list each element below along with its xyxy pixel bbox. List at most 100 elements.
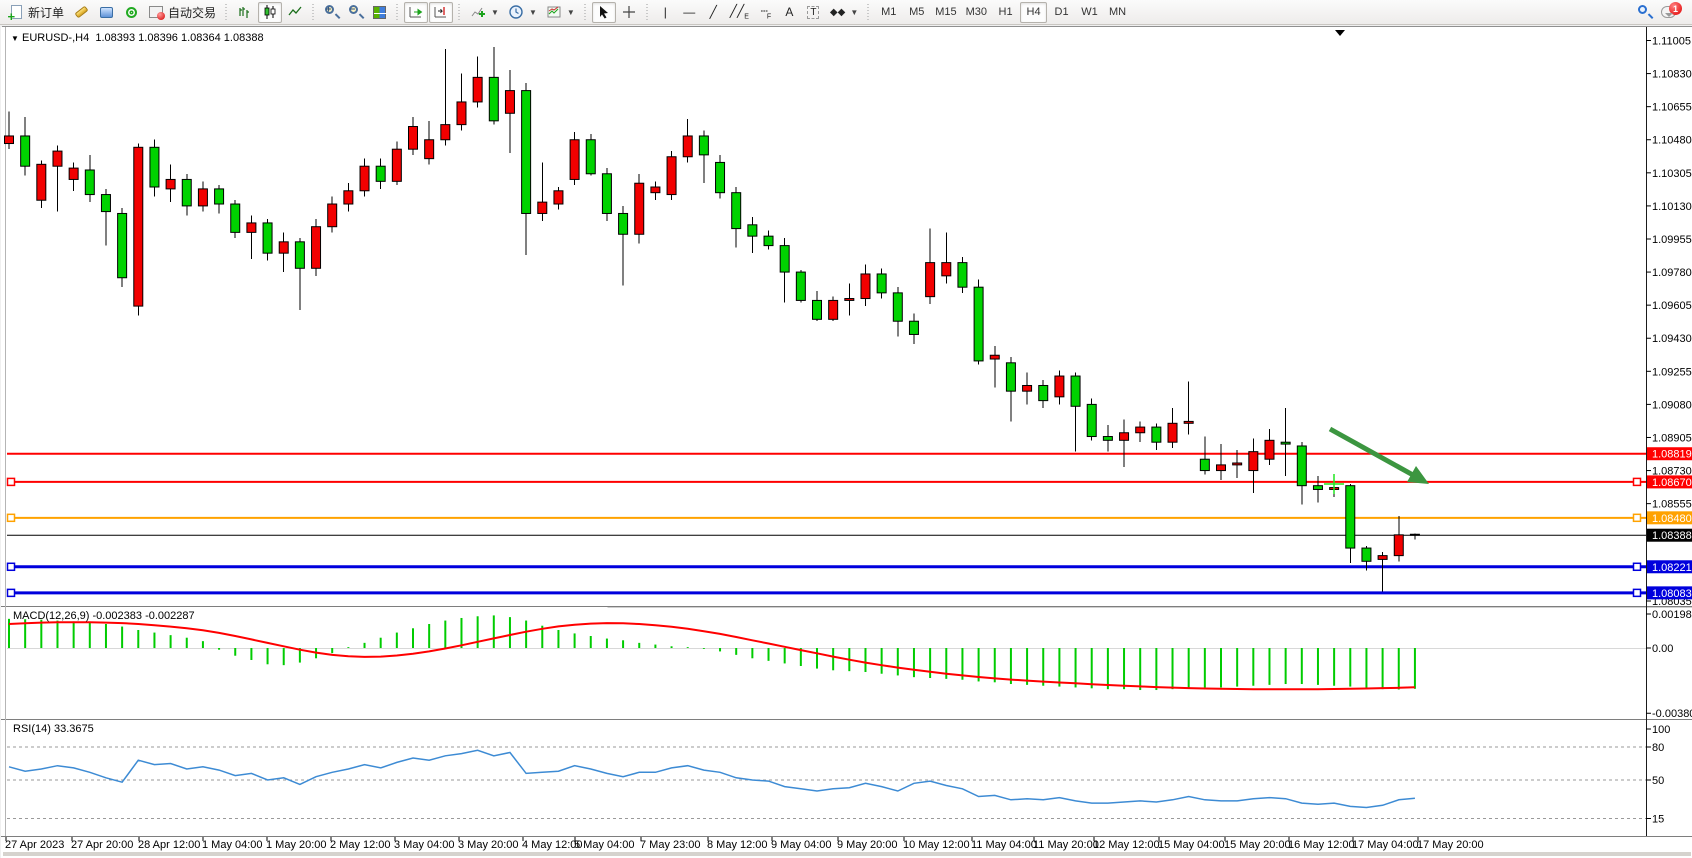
- svg-text:50: 50: [1652, 775, 1664, 787]
- candle: [699, 136, 708, 155]
- line-chart-button[interactable]: [283, 2, 307, 23]
- vertical-line-button[interactable]: |: [654, 2, 677, 23]
- zoom-out-button[interactable]: −: [344, 2, 367, 23]
- candle: [651, 187, 660, 193]
- date-label: 7 May 23:00: [640, 839, 701, 851]
- candle: [69, 168, 78, 179]
- horizontal-line-button[interactable]: —: [678, 2, 701, 23]
- tf-mn-button[interactable]: MN: [1104, 2, 1131, 23]
- candle: [683, 136, 692, 157]
- line-handle[interactable]: [8, 563, 15, 570]
- text-icon: A: [785, 5, 793, 19]
- cursor-button[interactable]: [592, 2, 616, 23]
- toolbar-grip: [865, 4, 872, 20]
- text-label-button[interactable]: T: [802, 2, 825, 23]
- candle: [1023, 385, 1032, 391]
- fibonacci-button[interactable]: ┄F: [754, 2, 777, 23]
- tf-w1-button[interactable]: W1: [1076, 2, 1103, 23]
- tf-h1-button[interactable]: H1: [992, 2, 1019, 23]
- arrows-button[interactable]: ◆◆ ▼: [826, 2, 862, 23]
- data-window-button[interactable]: [94, 2, 118, 23]
- candle: [1039, 385, 1048, 400]
- notifications-button[interactable]: 1: [1657, 2, 1680, 23]
- candle: [716, 162, 725, 192]
- zoom-in-button[interactable]: +: [320, 2, 343, 23]
- toolbar-grip: [223, 4, 230, 20]
- chart-shift-button[interactable]: [429, 2, 453, 23]
- macd-indicator-label: MACD(12,26,9) -0.002383 -0.002287: [13, 610, 195, 622]
- trendline-button[interactable]: ╱: [702, 2, 725, 23]
- candle: [926, 263, 935, 297]
- bar-chart-icon: [237, 4, 253, 20]
- date-label: 1 May 04:00: [202, 839, 263, 851]
- tf-m1-button[interactable]: M1: [875, 2, 902, 23]
- tf-m30-button[interactable]: M30: [962, 2, 991, 23]
- line-chart-icon: [287, 4, 303, 20]
- cursor-icon: [596, 4, 612, 20]
- candle: [215, 189, 224, 204]
- svg-text:1.09430: 1.09430: [1652, 333, 1692, 345]
- candle: [134, 147, 143, 306]
- collapse-arrow-icon[interactable]: ▼: [11, 34, 19, 43]
- line-handle[interactable]: [8, 589, 15, 596]
- trendline-icon: ╱: [710, 5, 717, 19]
- candlestick-chart-button[interactable]: [258, 2, 282, 23]
- candle: [1362, 548, 1371, 561]
- chat-balloon-icon: 1: [1661, 6, 1676, 18]
- candle: [958, 263, 967, 288]
- crosshair-icon: [621, 4, 637, 20]
- candle: [1378, 556, 1387, 560]
- templates-button[interactable]: ▼: [542, 2, 579, 23]
- tf-m15-button[interactable]: M15: [931, 2, 960, 23]
- vertical-line-icon: |: [664, 5, 667, 19]
- candle: [166, 179, 175, 188]
- date-label: 11 May 04:00: [971, 839, 1037, 851]
- auto-scroll-icon: [408, 4, 424, 20]
- svg-text:1.10655: 1.10655: [1652, 102, 1692, 114]
- search-button[interactable]: [1633, 2, 1656, 23]
- notification-badge: 1: [1669, 2, 1682, 15]
- tile-windows-button[interactable]: [368, 2, 391, 23]
- candle: [1152, 427, 1161, 442]
- line-handle[interactable]: [1634, 563, 1641, 570]
- chart-canvas[interactable]: 1.110051.108301.106551.104801.103051.101…: [1, 1, 1692, 858]
- candle: [505, 91, 514, 114]
- auto-scroll-button[interactable]: [404, 2, 428, 23]
- candle: [1249, 452, 1258, 471]
- line-handle[interactable]: [8, 514, 15, 521]
- line-handle[interactable]: [1634, 514, 1641, 521]
- tf-d1-button[interactable]: D1: [1048, 2, 1075, 23]
- date-label: 17 May 20:00: [1417, 839, 1484, 851]
- tile-windows-icon: [373, 6, 386, 19]
- signals-button[interactable]: [119, 2, 143, 23]
- date-label: 11 May 20:00: [1033, 839, 1099, 851]
- svg-text:80: 80: [1652, 742, 1664, 754]
- periods-button[interactable]: ▼: [504, 2, 541, 23]
- bar-chart-button[interactable]: [233, 2, 257, 23]
- tf-h4-button[interactable]: H4: [1020, 2, 1047, 23]
- auto-trading-button[interactable]: 自动交易: [144, 2, 220, 23]
- toolbar-grip: [644, 4, 651, 20]
- line-handle[interactable]: [1634, 478, 1641, 485]
- svg-text:0.001982: 0.001982: [1652, 609, 1692, 621]
- text-button[interactable]: A: [778, 2, 801, 23]
- new-order-button[interactable]: 新订单: [4, 2, 68, 23]
- crosshair-button[interactable]: [617, 2, 641, 23]
- crayon-button[interactable]: [69, 2, 93, 23]
- zoom-in-icon: +: [325, 5, 339, 19]
- equidistant-channel-button[interactable]: ╱╱E: [726, 2, 753, 23]
- tf-m5-button[interactable]: M5: [903, 2, 930, 23]
- indicators-button[interactable]: ▼: [466, 2, 503, 23]
- new-order-icon: [8, 4, 24, 20]
- candle: [538, 202, 547, 213]
- chart-title[interactable]: ▼ EURUSD-,H4 1.08393 1.08396 1.08364 1.0…: [11, 32, 264, 44]
- candle: [182, 179, 191, 205]
- line-handle[interactable]: [1634, 589, 1641, 596]
- svg-text:15: 15: [1652, 814, 1664, 826]
- date-label: 3 May 04:00: [394, 839, 455, 851]
- candle: [748, 225, 757, 236]
- candle: [1217, 465, 1226, 471]
- line-handle[interactable]: [8, 478, 15, 485]
- signal-icon: [123, 4, 139, 20]
- candle: [893, 293, 902, 321]
